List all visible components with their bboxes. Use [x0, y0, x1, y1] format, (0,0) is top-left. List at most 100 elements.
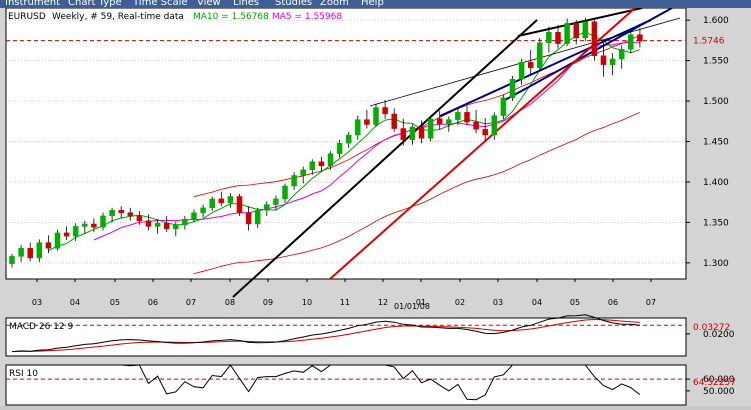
- rsi-title: RSI 10: [9, 369, 38, 379]
- candle-body: [236, 196, 243, 213]
- candle-body: [436, 118, 443, 124]
- time-tick-label: 11: [340, 298, 350, 307]
- candle-body: [100, 215, 106, 228]
- candle-body: [191, 212, 197, 220]
- price-tick-label: 1.450: [703, 137, 729, 147]
- price-tick-label: 1.400: [703, 178, 729, 188]
- candle-body: [400, 128, 407, 141]
- candle-body: [227, 196, 234, 204]
- rsi-tick-label: 50.000: [703, 387, 735, 397]
- candle-body: [409, 126, 416, 141]
- chart-canvas[interactable]: EURUSD Weekly, # 59, Real-time data MA10…: [0, 7, 751, 406]
- price-tick-label: 1.550: [703, 57, 729, 67]
- time-axis: 03 04 05 06 07 08 09 10 11 12 01 02 03 04 05 06 07: [32, 279, 656, 307]
- time-tick-label: 07: [646, 298, 656, 307]
- candle-body: [318, 161, 325, 166]
- time-tick-label: 08: [225, 298, 235, 307]
- macd-plot-area[interactable]: [5, 317, 687, 357]
- candle-body: [491, 115, 498, 136]
- candle-body: [145, 220, 152, 227]
- candle-body: [254, 209, 261, 225]
- candle-body: [182, 218, 188, 226]
- menu-time-scale[interactable]: Time Scale: [133, 0, 188, 8]
- candle-body: [582, 21, 589, 39]
- candle-body: [27, 248, 33, 259]
- price-plot-area[interactable]: [5, 7, 687, 280]
- candle-body: [373, 107, 379, 125]
- candle-body: [509, 78, 516, 99]
- candle-body: [282, 185, 288, 200]
- menu-studies[interactable]: Studies: [275, 0, 312, 8]
- time-tick-label: 05: [110, 298, 120, 307]
- candle-body: [336, 142, 343, 154]
- macd-title: MACD 26 12 9: [9, 322, 73, 332]
- candle-body: [218, 198, 225, 204]
- price-tick-label: 1.350: [703, 218, 729, 228]
- rsi-value-label: 64.52257: [693, 378, 736, 388]
- candle-body: [291, 175, 297, 187]
- candle-body: [127, 212, 134, 217]
- candle-body: [163, 222, 170, 230]
- candle-body: [9, 256, 15, 264]
- candle-body: [527, 61, 534, 69]
- time-tick-label: 05: [570, 298, 580, 307]
- price-tick-label: 1.300: [703, 259, 729, 269]
- menu-zoom[interactable]: Zoom: [320, 0, 349, 8]
- candle-body: [364, 119, 370, 125]
- candle-body: [573, 23, 579, 39]
- chart-frame: EURUSD Weekly, # 59, Real-time data MA10…: [0, 7, 751, 406]
- menu-bar: Instrument Chart Type Time Scale View Lines S…: [0, 0, 751, 8]
- current-price-label: 1.5746: [693, 37, 725, 47]
- time-tick-label: 04: [70, 298, 80, 307]
- candle-body: [36, 242, 43, 259]
- price-tick-label: 1.600: [703, 16, 729, 26]
- menu-view[interactable]: View: [197, 0, 221, 8]
- rsi-plot-area[interactable]: [5, 364, 687, 406]
- candle-body: [209, 198, 215, 209]
- candle-body: [91, 223, 97, 228]
- candle-body: [345, 134, 352, 144]
- price-axis: 1.300 1.350 1.400 1.450 1.500 1.550 1.600: [686, 16, 729, 269]
- candle-body: [609, 58, 616, 65]
- candle-body: [245, 212, 252, 225]
- candle-body: [564, 23, 570, 44]
- time-tick-label: 12: [378, 298, 388, 307]
- candle-body: [591, 21, 598, 56]
- candle-body: [391, 113, 397, 129]
- candle-body: [63, 232, 70, 237]
- candle-body: [618, 49, 625, 60]
- candle-body: [455, 112, 461, 120]
- time-tick-label: 03: [32, 298, 42, 307]
- ma5-label: MA5 = 1.55968: [272, 12, 342, 22]
- macd-panel: MACD 26 12 9 0.0200 0.03272: [5, 314, 735, 357]
- time-tick-label: 09: [263, 298, 273, 307]
- candle-body: [109, 209, 115, 217]
- candle-body: [154, 222, 161, 227]
- menu-instrument[interactable]: Instrument: [5, 0, 60, 8]
- menu-chart-type[interactable]: Chart Type: [68, 0, 122, 8]
- candle-body: [628, 34, 634, 50]
- candle-body: [45, 242, 52, 249]
- candle-body: [327, 153, 334, 166]
- candle-body: [446, 119, 452, 124]
- candle-body: [72, 226, 79, 237]
- time-tick-label: 02: [455, 298, 465, 307]
- date-label: 01/01/08: [394, 302, 430, 311]
- candle-body: [600, 55, 607, 65]
- time-tick-label: 06: [148, 298, 158, 307]
- candle-body: [82, 223, 88, 227]
- candle-body: [518, 61, 525, 80]
- ma10-label: MA10 = 1.56768: [193, 12, 269, 22]
- candle-body: [300, 169, 306, 176]
- time-tick-label: 07: [186, 298, 196, 307]
- chart-header: EURUSD Weekly, # 59, Real-time data MA10…: [8, 12, 342, 22]
- chart-details: Weekly, # 59, Real-time data: [52, 12, 184, 22]
- candle-body: [427, 118, 434, 139]
- candle-body: [273, 198, 279, 205]
- candle-body: [537, 42, 543, 69]
- menu-lines[interactable]: Lines: [233, 0, 259, 8]
- candle-body: [136, 215, 143, 222]
- menu-help[interactable]: Help: [361, 0, 384, 8]
- candle-body: [173, 224, 179, 230]
- candle-body: [118, 209, 124, 213]
